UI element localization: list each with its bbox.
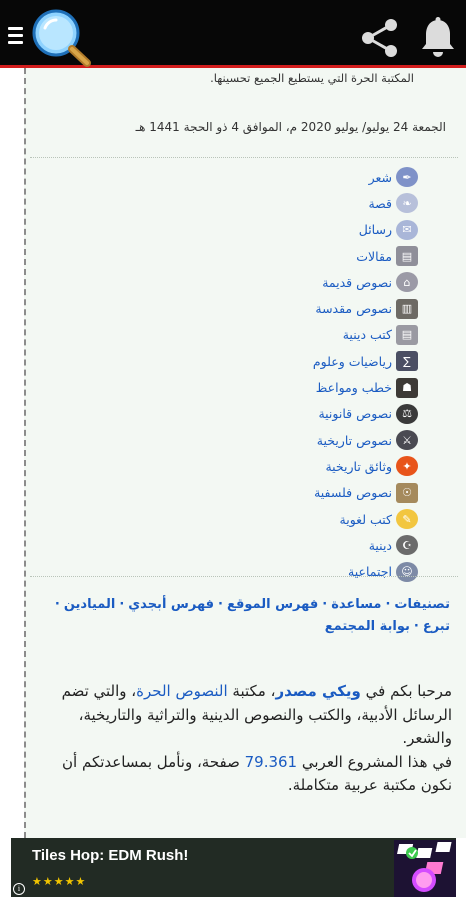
category-label: كتب دينية xyxy=(342,327,392,343)
religious-book-icon: ▤ xyxy=(396,324,418,345)
ad-banner[interactable]: Tiles Hop: EDM Rush! ★★★★★ i xyxy=(11,838,456,897)
category-label: دينية xyxy=(368,537,392,553)
welcome-text-part: ، مكتبة xyxy=(227,682,276,700)
category-list: ✒ شعر ❧ قصة ✉ رسائل ▤ مقالات ⌂ نصوص قديم… xyxy=(218,164,418,585)
separator: · xyxy=(218,597,223,612)
page-count-link[interactable]: 79.361 xyxy=(245,753,298,771)
category-label: قصة xyxy=(368,195,392,211)
link-fields[interactable]: الميادين xyxy=(64,597,116,612)
portal-nav-links: تصنيفات·مساعدة·فهرس الموقع·فهرس أبجدي·ال… xyxy=(40,594,450,638)
stats-paragraph: في هذا المشروع العربي 79.361 صفحة، ونأمل… xyxy=(34,751,452,798)
share-icon[interactable] xyxy=(358,16,402,60)
holy-icon: ▥ xyxy=(396,298,418,319)
link-free-texts[interactable]: النصوص الحرة xyxy=(136,682,227,700)
category-religious-books[interactable]: ▤ كتب دينية xyxy=(218,322,418,348)
mosque-icon: ☪ xyxy=(396,535,418,556)
link-help[interactable]: مساعدة xyxy=(331,597,381,612)
separator: · xyxy=(54,597,60,612)
category-label: نصوص قانونية xyxy=(318,406,392,422)
people-icon: ☺ xyxy=(396,561,418,582)
category-historical-texts[interactable]: ⚔ نصوص تاريخية xyxy=(218,427,418,453)
separator: · xyxy=(413,619,419,634)
bell-icon[interactable] xyxy=(418,16,458,60)
category-label: شعر xyxy=(368,169,392,185)
link-community-portal[interactable]: بوابة المجتمع xyxy=(325,619,410,634)
intro-text: المكتبة الحرة التي يستطيع الجميع تحسينها… xyxy=(210,71,414,85)
link-abjad-index[interactable]: فهرس أبجدي xyxy=(128,597,214,612)
category-label: نصوص مقدسة xyxy=(315,301,392,317)
category-label: نصوص تاريخية xyxy=(316,432,392,448)
category-story[interactable]: ❧ قصة xyxy=(218,190,418,216)
welcome-paragraph: مرحبا بكم في ويكي مصدر، مكتبة النصوص الح… xyxy=(34,680,452,751)
category-holy-texts[interactable]: ▥ نصوص مقدسة xyxy=(218,295,418,321)
language-icon: ✎ xyxy=(396,509,418,529)
menu-icon[interactable] xyxy=(8,27,23,45)
link-wiki-source[interactable]: ويكي مصدر xyxy=(275,682,360,700)
category-label: وثائق تاريخية xyxy=(325,458,392,474)
category-sermons[interactable]: ☗ خطب ومواعظ xyxy=(218,374,418,400)
category-label: نصوص فلسفية xyxy=(314,485,392,501)
search-icon[interactable] xyxy=(29,6,95,68)
category-historical-documents[interactable]: ✦ وثائق تاريخية xyxy=(218,453,418,479)
category-religious[interactable]: ☪ دينية xyxy=(218,532,418,558)
welcome-text: مرحبا بكم في ويكي مصدر، مكتبة النصوص الح… xyxy=(34,680,452,798)
science-icon: ∑ xyxy=(396,351,418,372)
book-icon: ❧ xyxy=(396,193,418,214)
main-content: المكتبة الحرة التي يستطيع الجميع تحسينها… xyxy=(24,68,466,838)
category-philosophical-texts[interactable]: ☉ نصوص فلسفية xyxy=(218,480,418,506)
category-poetry[interactable]: ✒ شعر xyxy=(218,164,418,190)
category-label: رياضيات وعلوم xyxy=(312,353,392,369)
link-donate[interactable]: تبرع xyxy=(423,619,450,634)
link-site-index[interactable]: فهرس الموقع xyxy=(227,597,318,612)
category-legal-texts[interactable]: ⚖ نصوص قانونية xyxy=(218,401,418,427)
ad-rating-stars: ★★★★★ xyxy=(32,875,87,888)
divider xyxy=(30,576,458,577)
category-language-books[interactable]: ✎ كتب لغوية xyxy=(218,506,418,532)
separator: · xyxy=(385,597,391,612)
ancient-icon: ⌂ xyxy=(396,272,418,293)
quill-icon: ✒ xyxy=(396,167,418,188)
philosophy-icon: ☉ xyxy=(396,482,418,503)
category-label: مقالات xyxy=(356,248,392,264)
category-label: نصوص قديمة xyxy=(322,274,392,290)
speech-icon: ☗ xyxy=(396,377,418,398)
article-icon: ▤ xyxy=(396,246,418,267)
separator: · xyxy=(322,597,328,612)
category-label: رسائل xyxy=(358,222,392,238)
letter-icon: ✉ xyxy=(396,219,418,240)
category-math-science[interactable]: ∑ رياضيات وعلوم xyxy=(218,348,418,374)
document-icon: ✦ xyxy=(396,456,418,477)
welcome-text-part: في هذا المشروع العربي xyxy=(297,752,452,771)
link-categories[interactable]: تصنيفات xyxy=(394,597,450,612)
law-icon: ⚖ xyxy=(396,403,418,424)
category-social[interactable]: ☺ اجتماعية xyxy=(218,558,418,584)
category-articles[interactable]: ▤ مقالات xyxy=(218,243,418,269)
ad-title: Tiles Hop: EDM Rush! xyxy=(32,847,189,864)
date-line: الجمعة 24 يوليو/ يوليو 2020 م، الموافق 4… xyxy=(135,120,446,134)
welcome-text-part: مرحبا بكم في xyxy=(360,682,452,700)
history-icon: ⚔ xyxy=(396,430,418,451)
separator: · xyxy=(119,597,125,612)
game-icon xyxy=(394,840,456,897)
category-label: كتب لغوية xyxy=(339,511,392,527)
category-ancient-texts[interactable]: ⌂ نصوص قديمة xyxy=(218,269,418,295)
info-icon[interactable]: i xyxy=(13,883,25,895)
app-toolbar xyxy=(0,0,466,68)
category-letters[interactable]: ✉ رسائل xyxy=(218,217,418,243)
divider xyxy=(30,157,458,158)
category-label: خطب ومواعظ xyxy=(315,380,392,396)
